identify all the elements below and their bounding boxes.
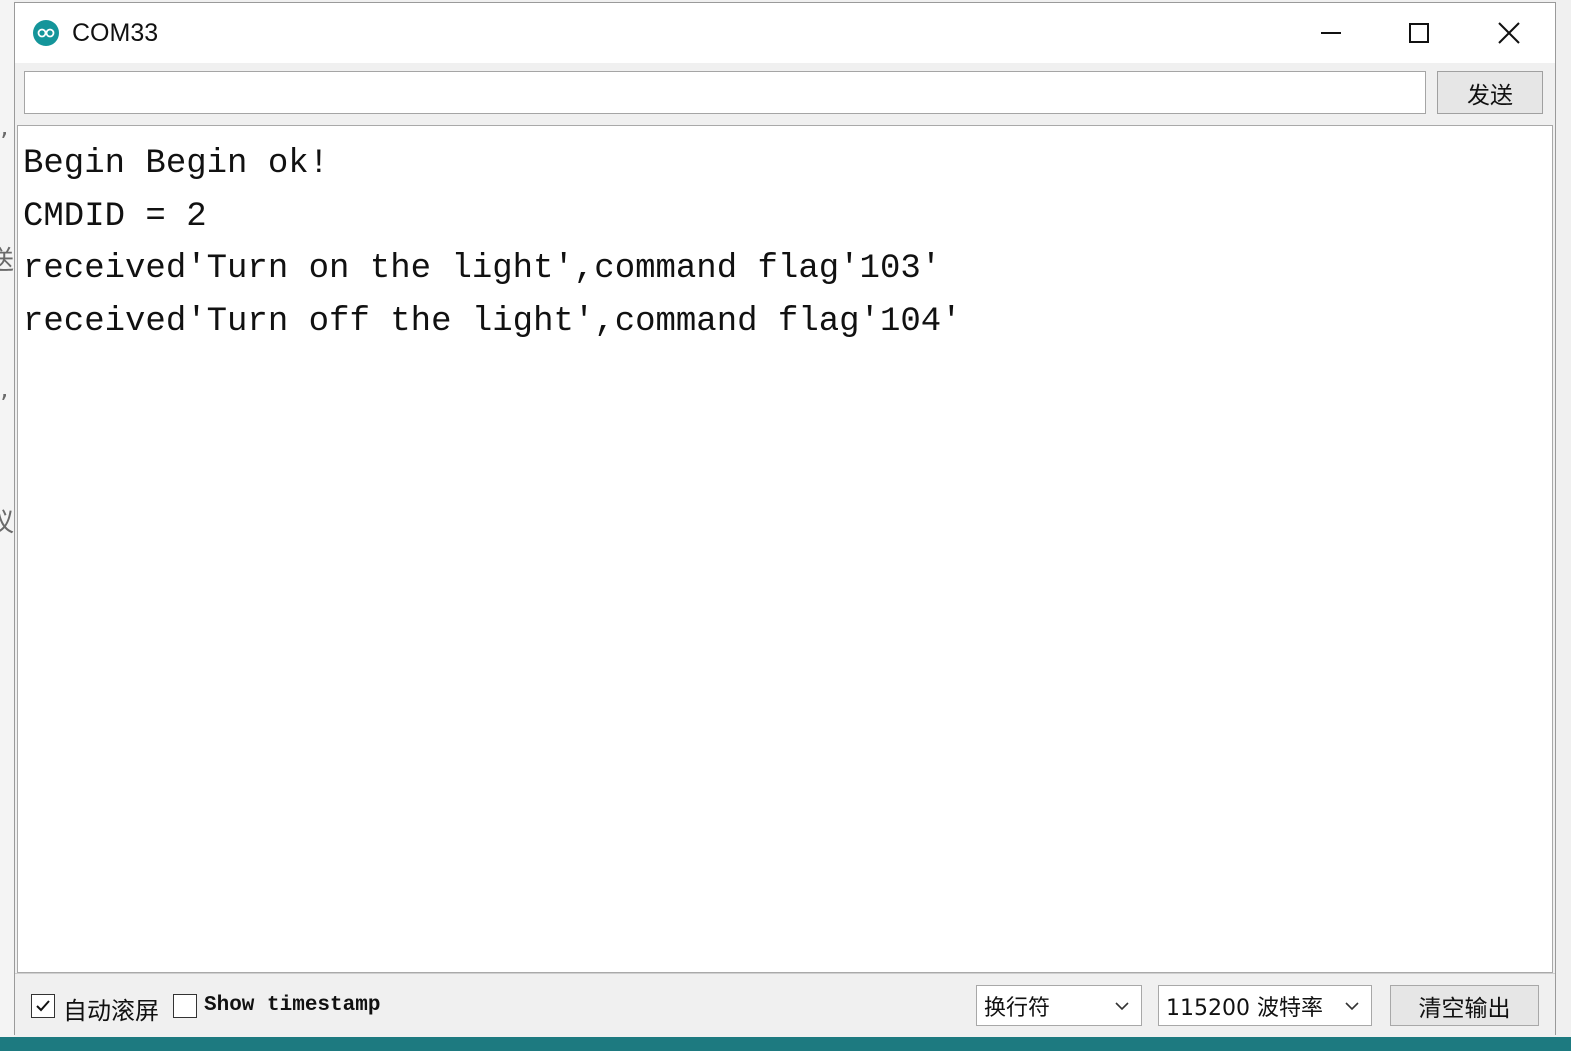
autoscroll-checkbox[interactable] — [31, 994, 55, 1018]
baud-rate-value: 115200 波特率 — [1166, 995, 1323, 1021]
output-line: received'Turn on the light',command flag… — [23, 250, 942, 288]
close-icon — [1498, 22, 1520, 44]
arduino-icon — [33, 20, 59, 46]
chevron-down-icon — [1115, 1002, 1129, 1011]
desktop-taskbar-edge — [0, 1037, 1571, 1051]
send-button[interactable]: 发送 — [1437, 71, 1543, 114]
output-line: received'Turn off the light',command fla… — [23, 302, 962, 341]
line-ending-select[interactable]: 换行符 — [976, 985, 1142, 1026]
maximize-icon — [1409, 23, 1429, 43]
serial-input-field[interactable] — [24, 71, 1426, 114]
edge-glyph: 送 — [0, 246, 15, 276]
clear-output-button[interactable]: 清空输出 — [1390, 985, 1539, 1026]
checkmark-icon — [36, 1000, 50, 1012]
title-bar[interactable]: COM33 — [15, 3, 1555, 63]
edge-glyph: ʼ — [0, 128, 9, 158]
maximize-button[interactable] — [1375, 3, 1463, 63]
edge-glyph: 议 — [0, 508, 15, 538]
baud-rate-select[interactable]: 115200 波特率 — [1158, 985, 1372, 1026]
send-row: 发送 — [15, 63, 1555, 125]
output-line: Begin Begin ok! — [23, 145, 330, 183]
minimize-icon — [1321, 32, 1341, 34]
minimize-button[interactable] — [1287, 3, 1375, 63]
serial-output-area[interactable]: Begin Begin ok! CMDID = 2 received'Turn … — [17, 125, 1553, 973]
show-timestamp-checkbox[interactable] — [173, 994, 197, 1018]
show-timestamp-label: Show timestamp — [204, 994, 381, 1017]
background-ide-strip: ʼ 送 ʼ 议 — [0, 0, 14, 1051]
output-line: CMDID = 2 — [23, 197, 207, 236]
edge-glyph: ʼ — [0, 390, 9, 420]
chevron-down-icon — [1345, 1002, 1359, 1011]
serial-monitor-window: COM33 发送 Begin Begin ok! CMDID = 2 recei… — [14, 2, 1556, 1035]
line-ending-value: 换行符 — [984, 995, 1051, 1021]
autoscroll-label: 自动滚屏 — [63, 997, 159, 1025]
window-title: COM33 — [72, 19, 159, 47]
close-button[interactable] — [1465, 3, 1553, 63]
bottom-toolbar: 自动滚屏 Show timestamp 换行符 115200 波特率 清空输出 — [15, 973, 1555, 1035]
